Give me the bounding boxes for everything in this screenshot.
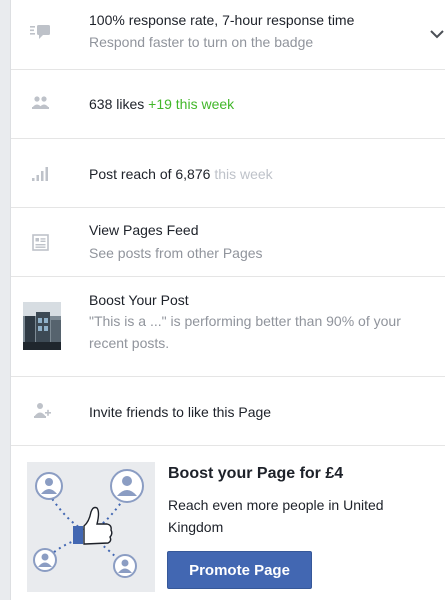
response-rate-subtitle: Respond faster to turn on the badge [89, 34, 314, 50]
likes-row[interactable]: 638 likes +19 this week [11, 70, 445, 139]
likes-count: 638 likes [89, 96, 145, 112]
boost-post-description: "This is a ..." is performing better tha… [89, 313, 401, 351]
pages-feed-title: View Pages Feed [89, 222, 199, 238]
boost-post-title: Boost Your Post [89, 292, 189, 308]
page-insights-panel: 100% response rate, 7-hour response time… [10, 0, 445, 600]
boost-page-description: Reach even more people in United Kingdom [168, 497, 384, 535]
boost-page-title: Boost your Page for £4 [168, 465, 344, 482]
boost-post-row[interactable]: Boost Your Post "This is a ..." is perfo… [11, 277, 445, 377]
pages-feed-subtitle: See posts from other Pages [89, 245, 263, 261]
invite-friends-row[interactable]: Invite friends to like this Page [11, 377, 445, 446]
post-thumbnail [23, 302, 61, 350]
pages-feed-row[interactable]: View Pages Feed See posts from other Pag… [11, 208, 445, 277]
post-reach-text: Post reach of 6,876 [89, 166, 211, 182]
people-icon [29, 94, 53, 114]
invite-friends-text: Invite friends to like this Page [89, 404, 272, 420]
promote-page-button[interactable]: Promote Page [167, 551, 312, 589]
chevron-down-icon[interactable] [430, 26, 444, 39]
add-person-icon [29, 401, 53, 421]
response-rate-text: 100% response rate, 7-hour response time [89, 12, 355, 28]
message-icon [29, 22, 53, 42]
response-rate-row[interactable]: 100% response rate, 7-hour response time… [11, 0, 445, 70]
boost-page-promo: Boost your Page for £4 Reach even more p… [11, 446, 445, 600]
post-reach-period: this week [214, 166, 273, 182]
post-reach-row[interactable]: Post reach of 6,876 this week [11, 139, 445, 208]
boost-page-illustration [27, 462, 155, 592]
bar-chart-icon [29, 164, 53, 184]
likes-weekly-delta: +19 this week [148, 96, 235, 112]
feed-icon [29, 233, 53, 253]
